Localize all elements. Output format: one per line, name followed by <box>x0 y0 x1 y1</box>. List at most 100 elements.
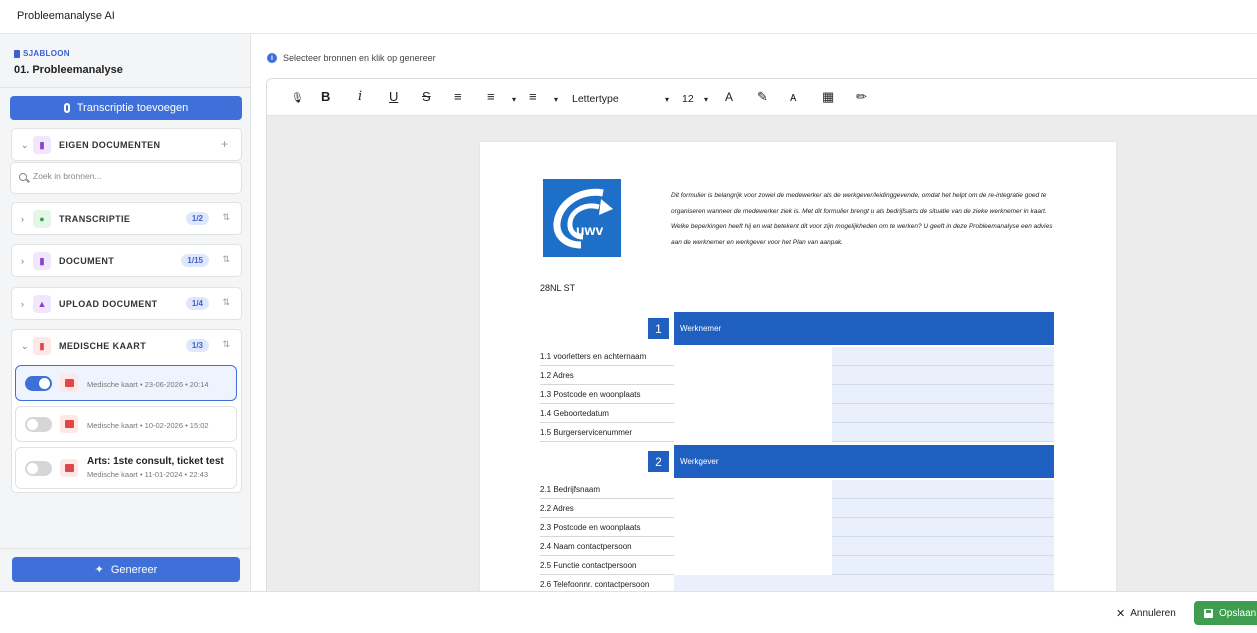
sort-icon[interactable]: ⇅ <box>222 212 230 223</box>
rich-text-editor[interactable]: 🎙 B i U S ≡ ≡ ▾ ≡ ▾ Lettertype ▾ 12 ▾ A … <box>266 78 1257 591</box>
medical-item[interactable]: Medische kaart • 10-02-2026 • 15:02 <box>15 406 237 442</box>
cancel-label: Annuleren <box>1130 608 1176 619</box>
medical-item[interactable]: Arts: 1ste consult, ticket test Medische… <box>15 447 237 489</box>
document-page[interactable]: uwv Dit formulier is belangrijk voor zow… <box>480 142 1116 591</box>
form-row[interactable]: 2.4 Naam contactpersoon <box>540 537 1054 556</box>
count-badge: 1/3 <box>185 339 209 352</box>
source-toggle[interactable] <box>25 376 52 391</box>
save-icon <box>1204 608 1213 618</box>
chevron-down-icon[interactable]: ▾ <box>512 93 516 107</box>
form-row[interactable]: 1.5 Burgerservicenummer <box>540 423 1054 442</box>
section-title: Werkgever <box>674 445 1054 478</box>
chevron-down-icon[interactable]: ▾ <box>704 93 708 107</box>
editor-toolbar: 🎙 B i U S ≡ ≡ ▾ ≡ ▾ Lettertype ▾ 12 ▾ A … <box>267 79 1257 116</box>
form-row[interactable]: 1.2 Adres <box>540 366 1054 385</box>
save-button[interactable]: Opslaan <box>1194 601 1257 625</box>
chevron-right-icon[interactable]: › <box>21 299 24 309</box>
chevron-down-icon[interactable]: ⌄ <box>21 140 29 151</box>
form-label: 2.2 Adres <box>540 504 574 513</box>
sort-icon[interactable]: ⇅ <box>222 297 230 308</box>
form-row[interactable]: 1.3 Postcode en woonplaats <box>540 385 1054 404</box>
highlighter-icon[interactable]: ✎ <box>757 90 768 104</box>
section-number: 2 <box>648 451 669 472</box>
document-icon: ▮ <box>33 136 51 154</box>
info-hint: i Selecteer bronnen en klik op genereer <box>267 53 436 63</box>
mic-icon: ● <box>33 210 51 228</box>
logo-text: uwv <box>576 222 603 238</box>
form-row[interactable]: 2.5 Functie contactpersoon <box>540 556 1054 575</box>
template-name: 01. Probleemanalyse <box>14 64 123 76</box>
text-color-icon[interactable]: A <box>725 90 733 104</box>
section-header: 2 Werkgever <box>648 445 1054 478</box>
form-row[interactable]: 1.4 Geboortedatum <box>540 404 1054 423</box>
sort-icon[interactable]: ⇅ <box>222 339 230 350</box>
save-label: Opslaan <box>1219 607 1257 619</box>
chevron-right-icon[interactable]: › <box>21 256 24 266</box>
italic-button[interactable]: i <box>358 90 362 104</box>
medical-item[interactable]: Medische kaart • 23-06-2026 • 20:14 <box>15 365 237 401</box>
strikethrough-button[interactable]: S <box>422 90 431 104</box>
chevron-down-icon[interactable]: ⌄ <box>21 341 29 352</box>
bullet-list-icon[interactable]: ≡ <box>529 90 537 104</box>
template-header: SJABLOON 01. Probleemanalyse <box>0 34 250 88</box>
mic-icon <box>63 103 70 113</box>
count-badge: 1/4 <box>185 297 209 310</box>
add-transcript-button[interactable]: Transcriptie toevoegen <box>10 96 242 120</box>
form-row[interactable]: 2.2 Adres <box>540 499 1054 518</box>
close-icon: ✕ <box>1116 608 1126 620</box>
form-label: 1.3 Postcode en woonplaats <box>540 390 641 399</box>
chevron-down-icon[interactable]: ▾ <box>665 93 669 107</box>
source-toggle[interactable] <box>25 461 52 476</box>
search-input[interactable] <box>33 171 233 181</box>
own-documents-label: EIGEN DOCUMENTEN <box>59 140 161 150</box>
mic-icon[interactable]: 🎙 <box>291 92 304 106</box>
generate-button[interactable]: ✦ Genereer <box>12 557 240 582</box>
section-document[interactable]: › ▮ DOCUMENT 1/15 ⇅ <box>11 244 242 277</box>
magic-wand-icon: ✦ <box>94 564 104 576</box>
add-transcript-label: Transcriptie toevoegen <box>76 102 189 114</box>
font-family-select[interactable]: Lettertype <box>572 92 619 106</box>
font-size-select[interactable]: 12 <box>682 92 694 106</box>
chevron-right-icon[interactable]: › <box>21 214 24 224</box>
bold-button[interactable]: B <box>321 90 330 104</box>
info-icon: i <box>267 53 277 63</box>
main-panel: i Selecteer bronnen en klik op genereer … <box>251 34 1257 591</box>
form-row[interactable]: 2.3 Postcode en woonplaats <box>540 518 1054 537</box>
plus-icon[interactable]: + <box>221 137 228 151</box>
info-text: Selecteer bronnen en klik op genereer <box>283 53 436 63</box>
clear-format-icon[interactable]: ᴀ <box>790 90 796 104</box>
cancel-button[interactable]: ✕ Annuleren <box>1116 607 1176 620</box>
form-row[interactable]: 2.6 Telefoonnr. contactpersoon <box>540 575 1054 591</box>
uwv-logo: uwv <box>543 179 621 257</box>
underline-button[interactable]: U <box>389 90 398 104</box>
form-label: 2.3 Postcode en woonplaats <box>540 523 641 532</box>
medical-item-meta: Medische kaart • 11-01-2024 • 22:43 <box>87 470 209 479</box>
form-label: 2.5 Functie contactpersoon <box>540 561 637 570</box>
source-search[interactable] <box>10 162 242 194</box>
document-icon: ▮ <box>33 252 51 270</box>
section-header: 1 Werknemer <box>648 312 1054 345</box>
ordered-list-icon[interactable]: ≡ <box>487 90 495 104</box>
section-upload-document[interactable]: › ▲ UPLOAD DOCUMENT 1/4 ⇅ <box>11 287 242 320</box>
app-window: Probleemanalyse AI SJABLOON 01. Probleem… <box>0 0 1257 633</box>
section-title: Werknemer <box>674 312 1054 345</box>
numbered-list-icon[interactable]: ≡ <box>454 90 462 104</box>
form-label: 2.1 Bedrijfsnaam <box>540 485 601 494</box>
form-row[interactable]: 2.1 Bedrijfsnaam <box>540 480 1054 499</box>
medical-item-meta: Medische kaart • 23-06-2026 • 20:14 <box>87 380 209 389</box>
table-icon[interactable]: ▦ <box>822 90 834 104</box>
medical-icon <box>60 459 78 477</box>
medical-icon <box>60 415 78 433</box>
pen-icon[interactable]: ✏ <box>856 90 867 104</box>
form-row[interactable]: 1.1 voorletters en achternaam <box>540 347 1054 366</box>
section-label: UPLOAD DOCUMENT <box>59 299 158 309</box>
chevron-down-icon[interactable]: ▾ <box>554 93 558 107</box>
own-documents-section[interactable]: ⌄ ▮ EIGEN DOCUMENTEN + <box>11 128 242 161</box>
sort-icon[interactable]: ⇅ <box>222 254 230 265</box>
form-label: 1.4 Geboortedatum <box>540 409 609 418</box>
editor-canvas: uwv Dit formulier is belangrijk voor zow… <box>267 116 1257 591</box>
section-number: 1 <box>648 318 669 339</box>
form-label: 1.5 Burgerservicenummer <box>540 428 633 437</box>
section-transcriptie[interactable]: › ● TRANSCRIPTIE 1/2 ⇅ <box>11 202 242 235</box>
source-toggle[interactable] <box>25 417 52 432</box>
